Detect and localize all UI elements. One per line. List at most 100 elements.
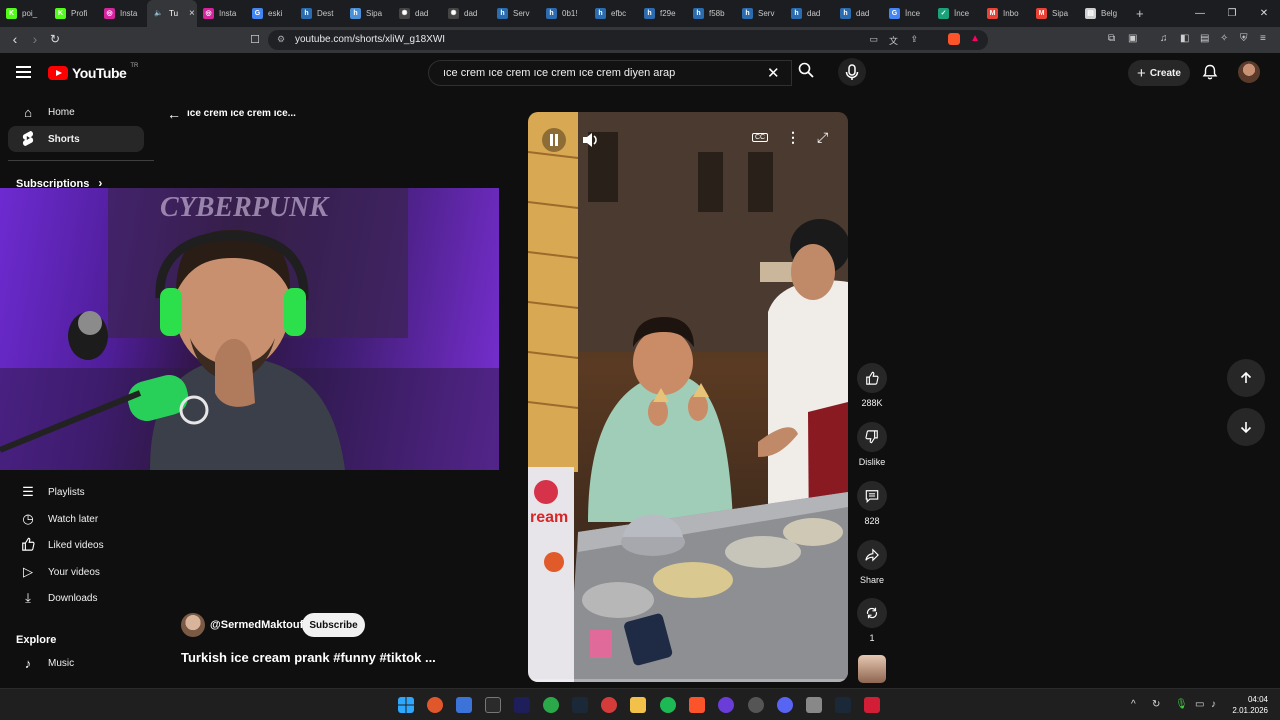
previous-short-button[interactable] [1227,359,1265,397]
account-avatar[interactable] [1238,61,1260,83]
short-title[interactable]: Turkish ice cream prank #funny #tiktok .… [181,650,436,665]
browser-tab[interactable]: ✺ dad [442,0,491,27]
browser-tab[interactable]: G İnce [883,0,932,27]
browser-tab[interactable]: h Dest [295,0,344,27]
browser-tab[interactable]: h Sipa [344,0,393,27]
search-icon[interactable] [798,62,814,78]
file-explorer-icon[interactable] [630,697,646,713]
close-window-button[interactable]: ✕ [1248,8,1280,19]
recorder-icon[interactable] [601,697,617,713]
channel-avatar[interactable] [181,613,205,637]
browser-tab[interactable]: h efbc [589,0,638,27]
discord-icon[interactable] [777,697,793,713]
settings-icon[interactable] [806,697,822,713]
sync-icon[interactable]: ↻ [1152,699,1160,710]
translate-icon[interactable]: 文 [889,34,898,47]
voice-search-button[interactable] [838,58,866,86]
game-app-icon[interactable] [864,697,880,713]
back-button[interactable]: ‹ [6,31,24,47]
sidebar-item-downloads[interactable]: ⤓ Downloads [8,585,144,611]
browser-tab[interactable]: Kpoi_ [0,0,49,27]
browser-tab[interactable]: h f29e [638,0,687,27]
browser-tab[interactable]: ✺ dad [393,0,442,27]
sidebar-item-liked-videos[interactable]: Liked videos [8,532,144,558]
browser-tab[interactable]: h Serv [491,0,540,27]
short-video-player[interactable]: ream CC ⋮ ⤢ [528,112,848,682]
premiere-icon[interactable] [514,697,530,713]
chevron-up-icon[interactable]: ^ [1131,699,1136,710]
desktop-icon[interactable] [456,697,472,713]
like-button[interactable] [857,363,887,393]
system-clock[interactable]: 04:04 2.01.2026 [1232,694,1268,716]
forward-button[interactable]: › [26,31,44,47]
browser-tab[interactable]: ✓ İnce [932,0,981,27]
browser-tab[interactable]: h dad [834,0,883,27]
back-arrow-icon[interactable]: ← [167,106,181,122]
subscribe-button[interactable]: Subscribe [302,613,365,637]
volume-tray-icon[interactable]: ♪ [1211,699,1216,710]
youtube-logo[interactable]: YouTube TR [48,63,138,81]
leo-ai-icon[interactable]: ✧ [1220,33,1228,44]
browser-tab[interactable]: ◎ Insta [197,0,246,27]
url-field[interactable]: ⚙ youtube.com/shorts/xliW_g18XWI ▭ 文 ⇪ ▲ [268,30,988,50]
obs-icon[interactable] [718,697,734,713]
brave-shield-icon[interactable] [948,33,960,45]
clear-search-icon[interactable]: ✕ [767,64,780,82]
sidebar-item-watch-later[interactable]: ◷ Watch later [8,506,144,532]
dislike-button[interactable] [857,422,887,452]
browser-tab[interactable]: M Sipa [1030,0,1079,27]
channel-name[interactable]: @SermedMaktouf [210,619,303,631]
sidebar-item-your-videos[interactable]: ▷ Your videos [8,559,144,585]
sidebar-item-home[interactable]: ⌂ Home [8,99,144,125]
sidebar-item-shorts[interactable]: Shorts [8,126,144,152]
epic-games-icon[interactable] [485,697,501,713]
remix-button[interactable] [857,598,887,628]
cast-icon[interactable]: ▭ [869,34,878,45]
sidebar-item-playlists[interactable]: ☰ Playlists [8,479,144,505]
notifications-icon[interactable] [1202,64,1218,80]
browser-tab[interactable]: h dad [785,0,834,27]
video-progress-bar[interactable] [528,679,848,682]
bookmark-icon[interactable]: ☐ [246,33,264,46]
extensions-icon[interactable]: ⧉ [1108,33,1115,44]
sidebar-item-music[interactable]: ♪ Music [8,650,144,676]
sidebar-icon[interactable]: ◧ [1180,33,1189,44]
media-icon[interactable]: ♫ [1160,33,1168,44]
new-tab-button[interactable]: + [1128,6,1152,21]
browser-tab[interactable]: h 0b1! [540,0,589,27]
browser-tab[interactable]: Geski [246,0,295,27]
brave-icon[interactable] [689,697,705,713]
app-icon[interactable] [427,697,443,713]
minimize-button[interactable]: — [1184,8,1216,19]
browser-tab[interactable]: h Serv [736,0,785,27]
next-short-button[interactable] [1227,408,1265,446]
spotify-icon[interactable] [660,697,676,713]
browser-tab[interactable]: h f58b [687,0,736,27]
xbox-icon[interactable] [543,697,559,713]
close-tab-icon[interactable]: × [189,8,195,19]
volume-icon[interactable] [580,130,600,150]
monitor-icon[interactable]: ▭ [1195,699,1204,710]
browser-tab[interactable]: M Inbo [981,0,1030,27]
share-page-icon[interactable]: ⇪ [910,34,918,45]
browser-tab[interactable]: ◎ Insta [98,0,147,27]
clock-app-icon[interactable] [748,697,764,713]
site-info-icon[interactable]: ⚙ [277,34,285,45]
captions-icon[interactable]: CC [752,133,769,142]
search-input[interactable]: ıce crem ıce crem ıce crem ıce crem diye… [428,60,792,86]
menu-icon[interactable]: ≡ [1260,33,1266,44]
windows-start-icon[interactable] [398,697,414,713]
share-button[interactable] [857,540,887,570]
browser-tab[interactable]: K Profi [49,0,98,27]
browser-tab[interactable]: 🔈 Tu × [147,0,197,27]
wallet-icon[interactable]: ▣ [1128,33,1137,44]
vpn-icon[interactable]: ⛨ [1240,33,1248,44]
steam-icon[interactable] [572,697,588,713]
guide-menu-icon[interactable] [16,66,31,78]
more-options-icon[interactable]: ⋮ [786,129,800,146]
sound-thumbnail[interactable] [858,655,886,683]
maximize-button[interactable]: ❐ [1216,8,1248,19]
browser-tab[interactable]: ▤ Belg [1079,0,1128,27]
reload-button[interactable]: ↻ [46,32,64,46]
create-button[interactable]: + Create [1128,60,1190,86]
